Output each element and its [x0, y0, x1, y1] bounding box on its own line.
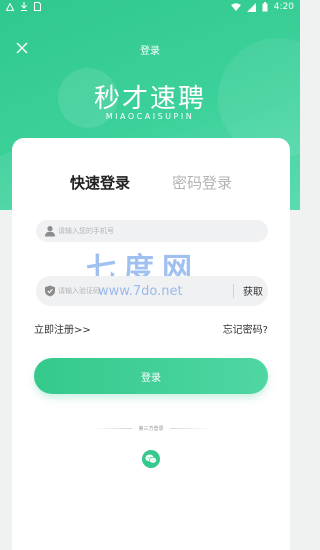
register-link[interactable]: 立即注册>>	[34, 321, 91, 336]
divider	[92, 428, 133, 429]
tab-password-login[interactable]: 密码登录	[172, 172, 232, 193]
third-party-login-label: 第三方登录	[138, 426, 164, 432]
page-title: 登录	[140, 46, 160, 57]
sim-icon	[34, 2, 41, 11]
phone-field	[36, 220, 268, 242]
forgot-password-link[interactable]: 忘记密码?	[223, 321, 268, 336]
warning-icon	[6, 2, 14, 11]
user-icon	[45, 226, 55, 237]
download-icon	[21, 2, 27, 11]
signal-icon	[246, 2, 256, 12]
login-button[interactable]: 登录	[34, 358, 268, 394]
login-card: 快速登录 密码登录 七度网 获取 www.7do.net 立即注册>> 忘记密码…	[12, 138, 290, 550]
divider	[169, 428, 210, 429]
tab-quick-login[interactable]: 快速登录	[70, 172, 130, 193]
wechat-icon	[145, 454, 157, 464]
get-code-button[interactable]: 获取	[243, 283, 263, 298]
brand-logo-text: 秒才速聘	[93, 84, 206, 114]
battery-icon	[262, 2, 268, 12]
status-time: 4:20	[273, 2, 294, 12]
status-bar: 4:20	[0, 0, 300, 16]
shield-icon	[45, 285, 55, 297]
brand-subtitle: MIAOCAISUPIN	[105, 112, 195, 121]
watermark-url: www.7do.net	[98, 284, 183, 299]
wechat-login-button[interactable]	[142, 450, 160, 468]
wifi-icon	[230, 3, 241, 11]
third-party-login-divider: 第三方登录	[12, 425, 290, 432]
phone-input[interactable]	[58, 220, 228, 242]
divider	[233, 284, 234, 298]
